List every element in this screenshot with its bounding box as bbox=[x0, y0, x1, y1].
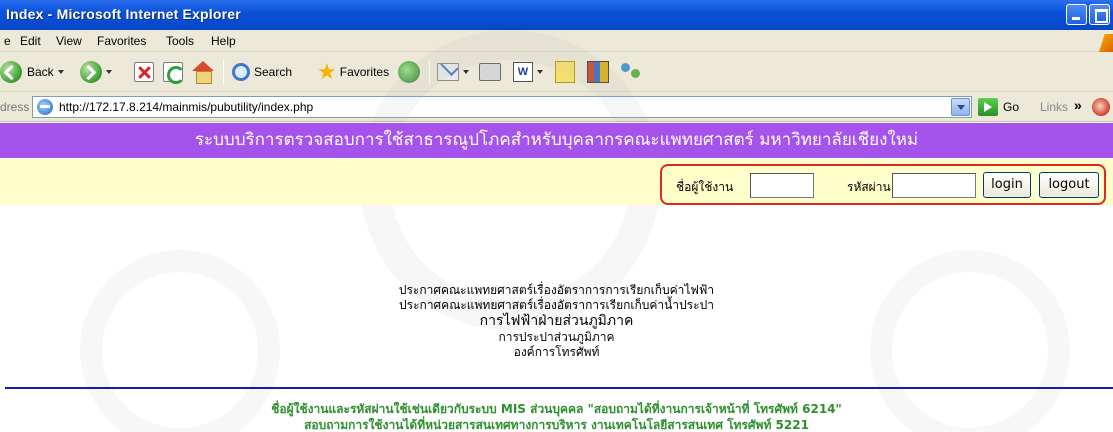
announcement-link[interactable]: การไฟฟ้าฝ่ายส่วนภูมิภาค bbox=[0, 313, 1113, 330]
chevron-down-icon bbox=[106, 70, 112, 74]
menu-edit[interactable]: Edit bbox=[20, 34, 41, 48]
discuss-button[interactable] bbox=[555, 60, 575, 84]
refresh-button[interactable] bbox=[163, 60, 185, 84]
stop-icon bbox=[134, 62, 154, 82]
links-label[interactable]: Links bbox=[1040, 100, 1068, 114]
home-icon bbox=[191, 61, 215, 84]
minimize-button[interactable] bbox=[1066, 4, 1087, 25]
edit-button[interactable]: W bbox=[513, 60, 543, 84]
acrobat-icon[interactable] bbox=[1092, 98, 1110, 116]
maximize-button[interactable] bbox=[1089, 4, 1110, 25]
messenger-icon bbox=[620, 61, 642, 83]
menu-view[interactable]: View bbox=[56, 34, 82, 48]
search-icon bbox=[232, 63, 250, 81]
star-icon: ★ bbox=[317, 59, 337, 84]
note-icon bbox=[555, 61, 575, 83]
menu-help[interactable]: Help bbox=[211, 34, 236, 48]
address-input[interactable]: http://172.17.8.214/mainmis/pubutility/i… bbox=[32, 96, 972, 118]
stop-button[interactable] bbox=[134, 60, 154, 84]
footer-note: ชื่อผู้ใช้งานและรหัสผ่านใช้เช่นเดียวกับร… bbox=[0, 401, 1113, 432]
menu-bar: e Edit View Favorites Tools Help bbox=[0, 30, 1113, 52]
address-url: http://172.17.8.214/mainmis/pubutility/i… bbox=[59, 100, 314, 114]
research-button[interactable] bbox=[587, 60, 609, 84]
media-button[interactable] bbox=[398, 60, 420, 84]
password-label: รหัสผ่าน bbox=[847, 180, 891, 194]
logout-button[interactable]: logout bbox=[1039, 172, 1099, 198]
announcement-link[interactable]: การประปาส่วนภูมิภาค bbox=[0, 330, 1113, 345]
address-bar: dress http://172.17.8.214/mainmis/pubuti… bbox=[0, 92, 1113, 122]
chevron-down-icon bbox=[537, 70, 543, 74]
announcement-links: ประกาศคณะแพทยศาสตร์เรื่องอัตราการการเรีย… bbox=[0, 283, 1113, 360]
search-label: Search bbox=[254, 65, 293, 79]
window-title: Index - Microsoft Internet Explorer bbox=[6, 6, 241, 22]
word-icon: W bbox=[513, 62, 533, 82]
research-icon bbox=[587, 61, 609, 83]
back-arrow-icon bbox=[0, 61, 22, 83]
print-button[interactable] bbox=[479, 60, 501, 84]
title-bar: Index - Microsoft Internet Explorer bbox=[0, 0, 1113, 30]
home-button[interactable] bbox=[191, 60, 215, 84]
back-button[interactable]: Back bbox=[0, 60, 64, 84]
username-label: ชื่อผู้ใช้งาน bbox=[676, 180, 734, 194]
chevron-down-icon bbox=[463, 70, 469, 74]
address-dropdown-button[interactable] bbox=[951, 98, 970, 116]
login-button[interactable]: login bbox=[983, 172, 1031, 198]
media-icon bbox=[398, 61, 420, 83]
go-arrow-icon[interactable] bbox=[978, 98, 998, 116]
toolbar: Back Search ★ Favorites W bbox=[0, 52, 1113, 92]
browser-window: Index - Microsoft Internet Explorer e Ed… bbox=[0, 0, 1113, 432]
back-label: Back bbox=[27, 65, 54, 79]
toolbar-separator bbox=[429, 60, 430, 84]
mail-icon bbox=[437, 63, 459, 81]
divider bbox=[5, 387, 1113, 389]
address-label: dress bbox=[0, 100, 30, 114]
refresh-icon bbox=[163, 62, 185, 84]
windows-flag-icon bbox=[1099, 34, 1113, 52]
print-icon bbox=[479, 63, 501, 81]
menu-favorites[interactable]: Favorites bbox=[97, 34, 146, 48]
announcement-link[interactable]: ประกาศคณะแพทยศาสตร์เรื่องอัตราการเรียกเก… bbox=[0, 298, 1113, 313]
announcement-link[interactable]: ประกาศคณะแพทยศาสตร์เรื่องอัตราการการเรีย… bbox=[0, 283, 1113, 298]
menu-file[interactable]: e bbox=[4, 34, 11, 48]
announcement-link[interactable]: องค์การโทรศัพท์ bbox=[0, 345, 1113, 360]
favorites-label: Favorites bbox=[339, 65, 390, 79]
toolbar-separator bbox=[223, 60, 224, 84]
footer-line: ชื่อผู้ใช้งานและรหัสผ่านใช้เช่นเดียวกับร… bbox=[271, 402, 842, 416]
forward-button[interactable] bbox=[80, 60, 112, 84]
search-button[interactable]: Search bbox=[232, 60, 292, 84]
username-field[interactable] bbox=[750, 173, 814, 198]
footer-line: สอบถามการใช้งานได้ที่หน่วยสารสนเทศทางการ… bbox=[304, 418, 809, 432]
messenger-button[interactable] bbox=[620, 60, 642, 84]
links-chevron-icon[interactable]: » bbox=[1074, 97, 1082, 113]
menu-tools[interactable]: Tools bbox=[166, 34, 194, 48]
forward-arrow-icon bbox=[80, 61, 102, 83]
go-button-label[interactable]: Go bbox=[1003, 100, 1019, 114]
page-banner: ระบบบริการตรวจสอบการใช้สาธารณูปโภคสำหรับ… bbox=[0, 123, 1113, 158]
ie-page-icon bbox=[37, 99, 53, 115]
chevron-down-icon bbox=[57, 70, 64, 74]
favorites-button[interactable]: ★ Favorites bbox=[317, 60, 389, 84]
mail-button[interactable] bbox=[437, 60, 469, 84]
password-field[interactable] bbox=[892, 173, 976, 198]
